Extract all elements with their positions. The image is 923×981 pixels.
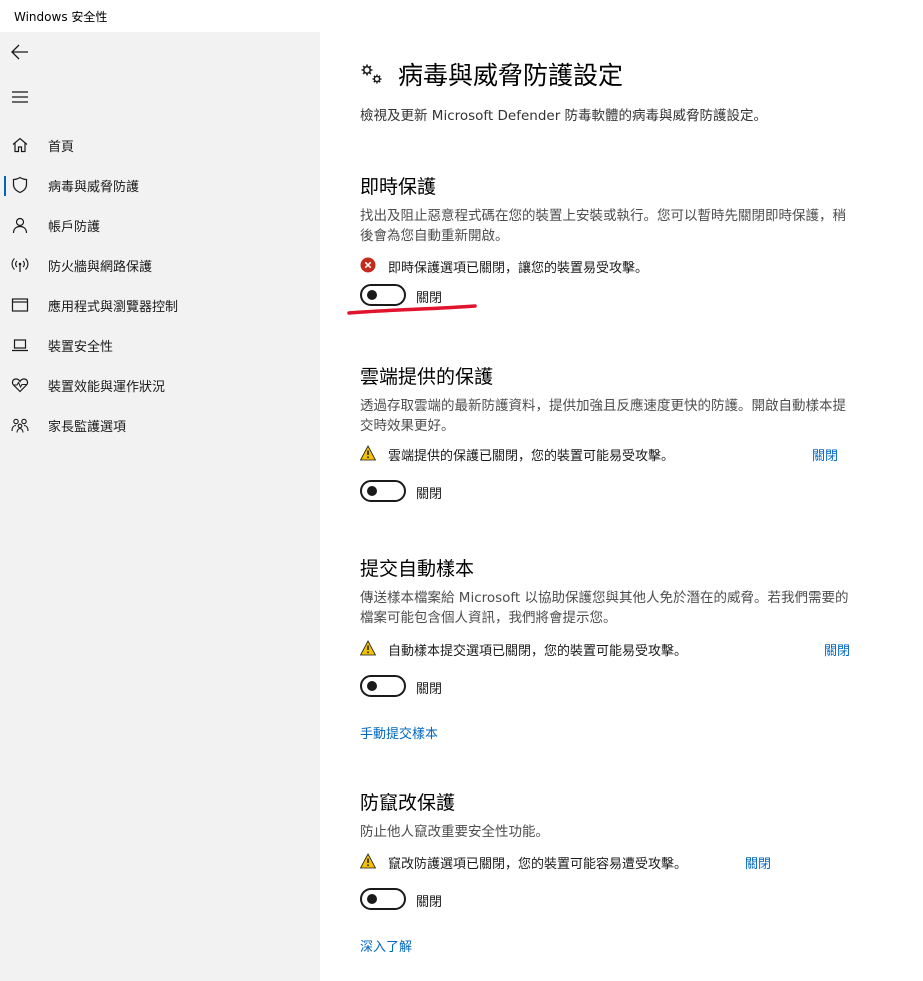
red-underline-annotation — [347, 304, 477, 315]
status-text: 自動樣本提交選項已關閉，您的裝置可能易受攻擊。 — [388, 644, 688, 659]
section-title: 即時保護 — [360, 176, 437, 198]
selection-indicator — [4, 176, 6, 196]
status-row: 即時保護選項已關閉，讓您的裝置易受攻擊。 — [360, 256, 860, 276]
main-content: 病毒與威脅防護設定 檢視及更新 Microsoft Defender 防毒軟體的… — [320, 32, 923, 981]
learn-more-link[interactable]: 深入了解 — [360, 936, 412, 955]
sidebar-item-device-security[interactable]: 裝置安全性 — [0, 325, 320, 365]
sidebar-item-home[interactable]: 首頁 — [0, 125, 320, 165]
status-row: 雲端提供的保護已關閉，您的裝置可能易受攻擊。 關閉 — [360, 444, 860, 464]
section-description: 找出及阻止惡意程式碼在您的裝置上安裝或執行。您可以暫時先關閉即時保護，稍後會為您… — [360, 208, 846, 244]
status-text: 雲端提供的保護已關閉，您的裝置可能易受攻擊。 — [388, 449, 675, 464]
section-description: 透過存取雲端的最新防護資料，提供加強且反應速度更快的防護。開啟自動樣本提交時效果… — [360, 398, 846, 434]
sidebar-item-account-protection[interactable]: 帳戶防護 — [0, 205, 320, 245]
hamburger-icon — [12, 91, 28, 103]
cloud-protection-toggle[interactable] — [360, 480, 406, 502]
toggle-state-label: 關閉 — [416, 682, 443, 697]
page-title: 病毒與威脅防護設定 — [398, 61, 624, 90]
error-circle-icon — [360, 257, 376, 273]
status-row: 自動樣本提交選項已關閉，您的裝置可能易受攻擊。 關閉 — [360, 639, 860, 659]
shield-icon — [12, 176, 28, 194]
menu-button[interactable] — [8, 85, 32, 109]
section-title: 雲端提供的保護 — [360, 366, 494, 388]
gears-icon — [361, 64, 382, 84]
sidebar-item-label: 應用程式與瀏覽器控制 — [48, 300, 179, 315]
sidebar-item-label: 裝置安全性 — [48, 340, 114, 355]
sidebar-item-firewall[interactable]: 防火牆與網路保護 — [0, 245, 320, 285]
warning-icon — [360, 445, 376, 461]
toggle-knob — [367, 486, 377, 496]
sidebar-item-virus-protection[interactable]: 病毒與威脅防護 — [0, 165, 320, 205]
sidebar-item-device-performance[interactable]: 裝置效能與運作狀況 — [0, 365, 320, 405]
page-description: 檢視及更新 Microsoft Defender 防毒軟體的病毒與威脅防護設定。 — [360, 108, 768, 124]
status-text: 竄改防護選項已關閉，您的裝置可能容易遭受攻擊。 — [388, 857, 688, 872]
toggle-knob — [367, 681, 377, 691]
sidebar-item-label: 病毒與威脅防護 — [48, 180, 140, 195]
warning-icon — [360, 853, 376, 869]
toggle-state-label: 關閉 — [416, 895, 443, 910]
sidebar-item-app-browser-control[interactable]: 應用程式與瀏覽器控制 — [0, 285, 320, 325]
app-title: Windows 安全性 — [14, 10, 108, 24]
section-description: 防止他人竄改重要安全性功能。 — [360, 824, 549, 840]
dismiss-link[interactable]: 關閉 — [812, 445, 838, 464]
sidebar-item-family-options[interactable]: 家長監護選項 — [0, 405, 320, 445]
title-bar: Windows 安全性 — [0, 0, 923, 32]
dismiss-link[interactable]: 關閉 — [745, 853, 771, 872]
sidebar-item-label: 帳戶防護 — [48, 220, 101, 235]
section-title: 防竄改保護 — [360, 792, 456, 814]
manual-submit-link[interactable]: 手動提交樣本 — [360, 723, 438, 742]
tamper-protection-toggle[interactable] — [360, 888, 406, 910]
person-icon — [12, 217, 28, 234]
toggle-knob — [367, 290, 377, 300]
sidebar-item-label: 家長監護選項 — [48, 420, 127, 435]
toggle-knob — [367, 894, 377, 904]
heart-pulse-icon — [11, 378, 29, 393]
sidebar-item-label: 防火牆與網路保護 — [48, 260, 153, 275]
dismiss-link[interactable]: 關閉 — [824, 640, 850, 659]
section-title: 提交自動樣本 — [360, 558, 475, 580]
home-icon — [12, 137, 28, 153]
sidebar-item-label: 裝置效能與運作狀況 — [48, 380, 166, 395]
status-row: 竄改防護選項已關閉，您的裝置可能容易遭受攻擊。 關閉 — [360, 852, 860, 872]
back-button[interactable] — [8, 40, 32, 64]
laptop-icon — [12, 339, 28, 352]
toggle-state-label: 關閉 — [416, 487, 443, 502]
family-icon — [11, 418, 29, 433]
back-arrow-icon — [11, 44, 28, 60]
section-description: 傳送樣本檔案給 Microsoft 以協助保護您與其他人免於潛在的威脅。若我們需… — [360, 590, 849, 626]
sidebar: 首頁 病毒與威脅防護 帳戶防護 防火牆與網路保護 應用程式與瀏覽器控制 裝置安全… — [0, 32, 320, 981]
status-text: 即時保護選項已關閉，讓您的裝置易受攻擊。 — [388, 261, 649, 276]
sidebar-item-label: 首頁 — [48, 140, 75, 155]
browser-window-icon — [11, 298, 29, 312]
warning-icon — [360, 640, 376, 656]
antenna-icon — [11, 258, 29, 272]
sample-submission-toggle[interactable] — [360, 675, 406, 697]
